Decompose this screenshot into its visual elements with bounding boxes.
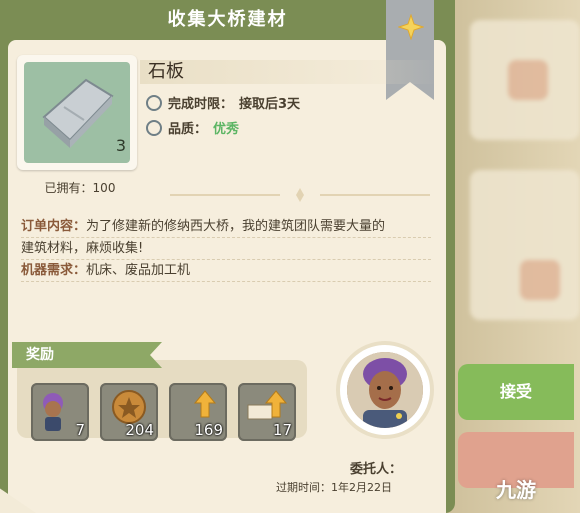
quality-label: 品质： — [168, 122, 208, 137]
quality-row: 品质： 优秀 — [146, 118, 239, 137]
client-face-icon — [347, 352, 423, 428]
deadline-label: 完成时限： — [168, 97, 234, 112]
reward-value: 7 — [75, 421, 85, 439]
order-description: 订单内容：为了修建新的修纳西大桥，我的建筑团队需要大量的 建筑材料，麻烦收集! … — [21, 216, 431, 282]
reward-title: 奖励 — [26, 347, 54, 363]
item-name: 石板 — [148, 61, 184, 82]
clock-icon — [146, 94, 162, 111]
item-quantity: 3 — [115, 136, 126, 155]
reward-slot[interactable]: 7 — [31, 383, 89, 441]
deadline-value: 接取后3天 — [239, 97, 301, 112]
quality-icon — [146, 119, 162, 136]
accept-button[interactable]: 接受 — [458, 364, 574, 420]
expire-value: 1年2月22日 — [331, 481, 392, 494]
expire-label: 过期时间： — [276, 481, 331, 494]
item-name-bar — [140, 60, 440, 84]
content-label: 订单内容： — [21, 219, 87, 234]
machine-value: 机床、废品加工机 — [86, 263, 191, 278]
reward-slot[interactable]: 17 — [238, 383, 296, 441]
background-card — [470, 170, 580, 320]
owned-count: 已拥有：100 — [20, 179, 140, 196]
sparkle-icon — [398, 14, 424, 40]
reward-slot[interactable]: 169 — [169, 383, 227, 441]
deadline-row: 完成时限： 接取后3天 — [146, 93, 300, 112]
owned-label: 已拥有： — [44, 181, 93, 195]
reward-slot[interactable]: 204 — [100, 383, 158, 441]
reward-value: 17 — [272, 421, 292, 439]
content-line-2: 建筑材料，麻烦收集! — [21, 241, 144, 256]
watermark-logo: 九游 — [496, 478, 536, 502]
background-card — [470, 20, 580, 140]
expire-time: 过期时间：1年2月22日 — [276, 479, 392, 495]
owned-value: 100 — [92, 181, 116, 195]
reward-value: 169 — [194, 421, 223, 439]
machine-label: 机器需求： — [21, 263, 87, 278]
quality-value: 优秀 — [213, 122, 240, 137]
ornament-divider — [170, 188, 430, 202]
reward-value: 204 — [125, 421, 154, 439]
content-line-1: 为了修建新的修纳西大桥，我的建筑团队需要大量的 — [86, 219, 386, 234]
client-label: 委托人： — [350, 462, 403, 477]
client-avatar[interactable] — [347, 352, 423, 428]
